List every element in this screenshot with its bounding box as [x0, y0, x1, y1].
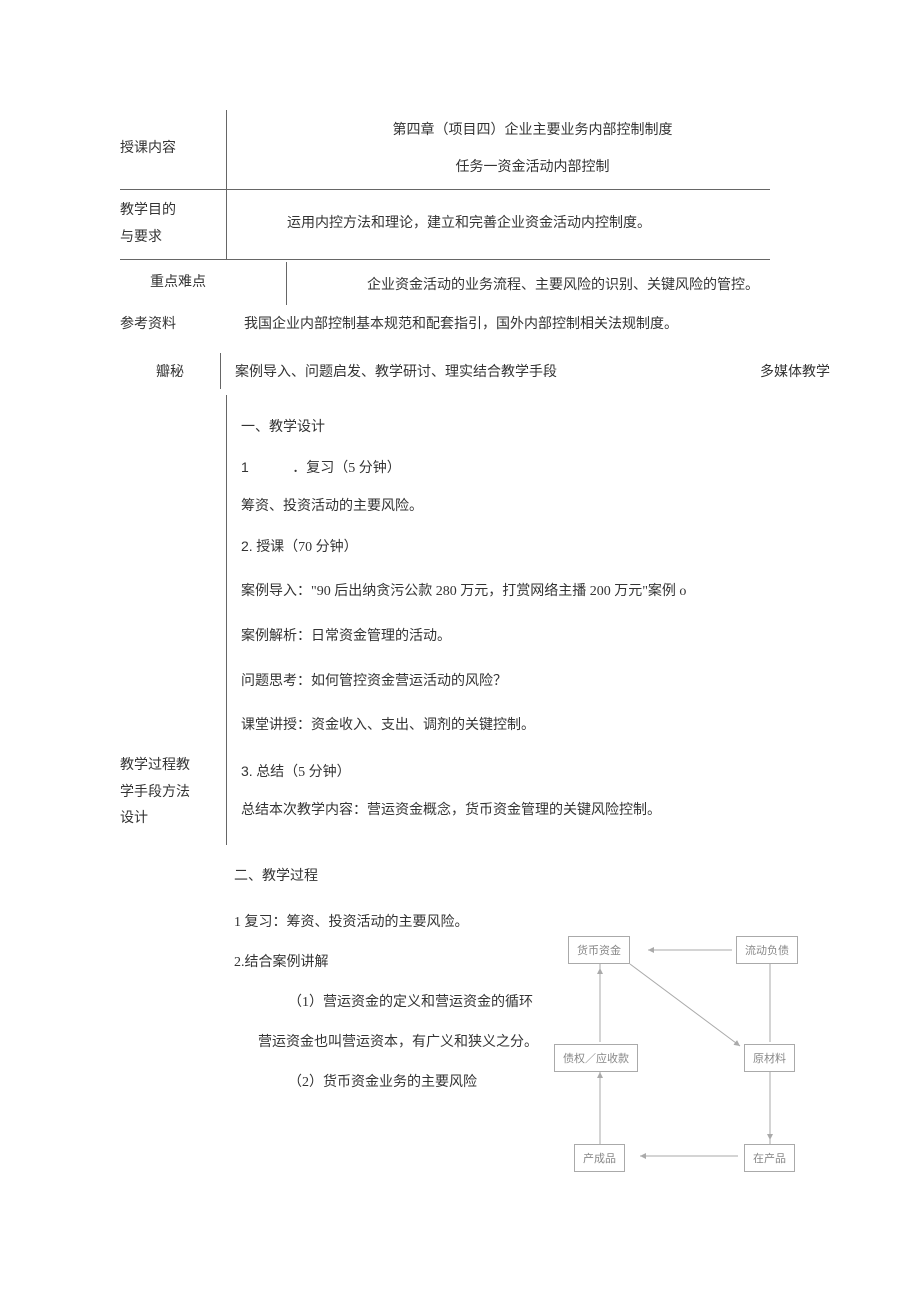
method-label: 瓣秘 — [120, 353, 221, 389]
design-item2-l1: 案例导入："90 后出纳贪污公款 280 万元，打赏网络主播 200 万元"案例… — [241, 579, 824, 606]
diagram-box-finished: 产成品 — [574, 1144, 625, 1172]
reference-value: 我国企业内部控制基本规范和配套指引，国外内部控制相关法规制度。 — [220, 311, 830, 335]
diagram-box-liab: 流动负债 — [736, 936, 798, 964]
reference-label: 参考资料 — [120, 311, 220, 335]
design-item3: 3. 总结（5 分钟） — [241, 758, 824, 787]
objective-value: 运用内控方法和理论，建立和完善企业资金活动内控制度。 — [227, 190, 830, 259]
diagram-box-recv: 债权／应收款 — [554, 1044, 638, 1072]
keypoints-value: 企业资金活动的业务流程、主要风险的识别、关键风险的管控。 — [286, 262, 830, 305]
design-item2-l3: 问题思考：如何管控资金营运活动的风险？ — [241, 669, 824, 696]
flow-diagram: 货币资金 流动负债 债权／应收款 原材料 产成品 在产品 — [530, 928, 830, 1198]
course-content-label: 授课内容 — [120, 110, 227, 189]
process-label: 教学过程教 学手段方法 设计 — [120, 395, 227, 845]
design-item2-l4: 课堂讲授：资金收入、支出、调剂的关键控制。 — [241, 713, 824, 740]
diagram-box-cash: 货币资金 — [568, 936, 630, 964]
design-section: 一、教学设计 1 ．复习（5 分钟） 筹资、投资活动的主要风险。 2. 授课（7… — [227, 395, 830, 845]
diagram-box-raw: 原材料 — [744, 1044, 795, 1072]
design-heading: 一、教学设计 — [241, 415, 824, 442]
design-item1-body: 筹资、投资活动的主要风险。 — [241, 494, 824, 521]
design-item2-l2: 案例解析：日常资金管理的活动。 — [241, 624, 824, 651]
objective-label: 教学目的 与要求 — [120, 190, 227, 259]
design-item2: 2. 授课（70 分钟） — [241, 533, 824, 562]
course-title-1: 第四章（项目四）企业主要业务内部控制制度 — [241, 118, 824, 145]
design-item3-body: 总结本次教学内容：营运资金概念，货币资金管理的关键风险控制。 — [241, 798, 824, 825]
media-label: 多媒体教学 — [710, 353, 830, 389]
keypoints-label: 重点难点 — [120, 262, 286, 305]
design-item1: 1 ．复习（5 分钟） — [241, 454, 824, 483]
course-title-2: 任务一资金活动内部控制 — [241, 155, 824, 182]
process-heading: 二、教学过程 — [234, 863, 830, 891]
course-content-value: 第四章（项目四）企业主要业务内部控制制度 任务一资金活动内部控制 — [227, 110, 830, 189]
method-text: 案例导入、问题启发、教学研讨、理实结合教学手段 — [221, 353, 710, 389]
diagram-box-wip: 在产品 — [744, 1144, 795, 1172]
